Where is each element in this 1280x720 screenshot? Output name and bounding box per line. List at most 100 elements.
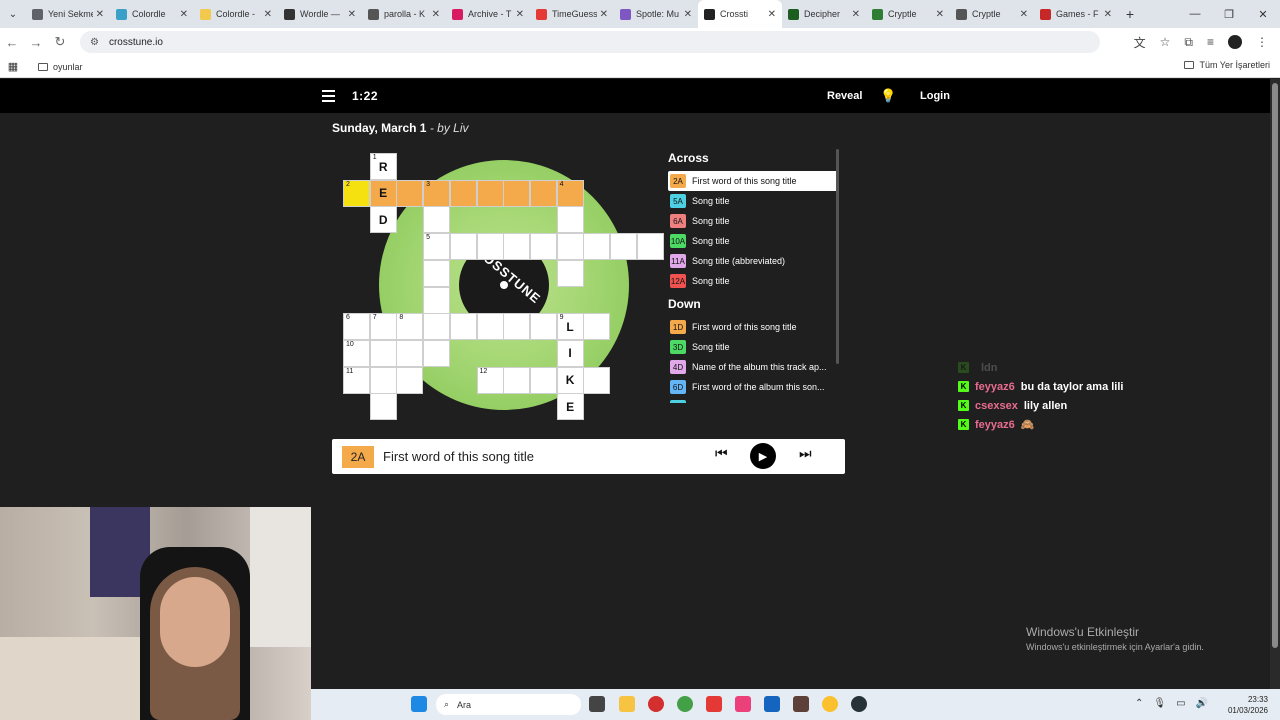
grid-cell[interactable] [583, 313, 611, 341]
taskbar-search[interactable]: ⌕ Ara [436, 694, 581, 715]
clue-item[interactable]: 5A Song title [668, 191, 838, 211]
back-icon[interactable]: ← [0, 35, 24, 50]
grid-cell[interactable]: D [369, 206, 397, 234]
tab-close-icon[interactable]: ✕ [180, 9, 188, 20]
browser-tab[interactable]: Wordle — ✕ [278, 0, 362, 28]
clue-item[interactable]: 2A First word of this song title [668, 171, 838, 191]
grid-cell[interactable] [529, 179, 557, 207]
chrome-active-icon[interactable] [822, 696, 838, 712]
grid-cell[interactable]: E [556, 393, 584, 421]
app-red-icon[interactable] [648, 696, 664, 712]
grid-cell[interactable] [423, 206, 451, 234]
grid-cell[interactable] [556, 233, 584, 261]
tab-close-icon[interactable]: ✕ [432, 9, 440, 20]
grid-cell[interactable] [636, 233, 664, 261]
browser-tab[interactable]: Spotle: Mu ✕ [614, 0, 698, 28]
grid-cell[interactable]: 2 [343, 179, 370, 207]
clue-item[interactable]: 12A Song title [668, 271, 838, 291]
clue-item[interactable]: 3D Song title [668, 337, 838, 357]
grid-cell[interactable] [396, 366, 424, 394]
reveal-button[interactable]: Reveal [827, 90, 862, 102]
grid-cell[interactable]: 3 [423, 179, 451, 207]
grid-cell[interactable] [529, 313, 557, 341]
profile-avatar[interactable] [1228, 35, 1242, 49]
grid-cell[interactable] [396, 339, 424, 367]
grid-cell[interactable]: 7 [369, 313, 397, 341]
music-app-icon[interactable] [735, 696, 751, 712]
volume-icon[interactable]: 🔊 [1196, 698, 1208, 709]
grid-cell[interactable] [423, 339, 451, 367]
grid-cell[interactable] [423, 313, 451, 341]
tab-close-icon[interactable]: ✕ [936, 9, 944, 20]
taskbar-clock[interactable]: 23:33 01/03/2026 [1228, 694, 1268, 716]
browser-tab[interactable]: Archive - T ✕ [446, 0, 530, 28]
grid-cell[interactable]: 11 [343, 366, 370, 394]
tab-close-icon[interactable]: ✕ [768, 9, 776, 20]
task-view-icon[interactable] [589, 696, 605, 712]
clue-item[interactable]: 4D Name of the album this track ap... [668, 357, 838, 377]
site-info-icon[interactable]: ⚙ [90, 37, 99, 48]
url-field[interactable]: ⚙ crosstune.io [80, 31, 1100, 53]
browser-menu-icon[interactable]: ⋮ [1256, 35, 1268, 49]
steam-icon[interactable] [764, 696, 780, 712]
play-button[interactable]: ▶ [750, 443, 776, 469]
tab-close-icon[interactable]: ✕ [684, 9, 692, 20]
grid-cell[interactable] [503, 233, 531, 261]
grid-cell[interactable]: E [369, 179, 397, 207]
browser-tab[interactable]: Yeni Sekme ✕ [26, 0, 110, 28]
tab-close-icon[interactable]: ✕ [1104, 9, 1112, 20]
start-icon[interactable] [411, 696, 427, 712]
grid-cell[interactable] [423, 286, 451, 314]
grid-cell[interactable] [556, 259, 584, 287]
grid-cell[interactable] [556, 206, 584, 234]
grid-cell[interactable] [449, 313, 477, 341]
all-bookmarks-button[interactable]: Tüm Yer İşaretleri [1184, 60, 1270, 70]
skip-back-icon[interactable]: ⏮ [715, 445, 728, 462]
microphone-icon[interactable]: 🎙 [1153, 698, 1166, 709]
forward-icon[interactable]: → [24, 35, 48, 50]
minimize-icon[interactable]: — [1178, 0, 1212, 28]
obs-icon[interactable] [851, 696, 867, 712]
page-scrollbar[interactable] [1270, 79, 1280, 689]
clue-item[interactable]: 11A Song title (abbreviated) [668, 251, 838, 271]
grid-cell[interactable] [503, 313, 531, 341]
grid-cell[interactable]: 6 [343, 313, 370, 341]
tab-close-icon[interactable]: ✕ [852, 9, 860, 20]
clue-item[interactable]: 10A Song title [668, 231, 838, 251]
grid-cell[interactable]: 10 [343, 339, 370, 367]
browser-tab[interactable]: Cryptle ✕ [950, 0, 1034, 28]
media-icon[interactable]: ≡ [1207, 35, 1214, 49]
grid-cell[interactable] [449, 179, 477, 207]
clue-list-scrollbar[interactable] [836, 149, 839, 364]
translate-icon[interactable]: 文 [1134, 34, 1146, 51]
lightbulb-hint-icon[interactable]: 💡 [880, 88, 896, 104]
grid-cell[interactable] [610, 233, 637, 261]
grid-cell[interactable] [476, 313, 504, 341]
bookmark-star-icon[interactable]: ☆ [1160, 35, 1171, 49]
grid-cell[interactable] [369, 339, 397, 367]
tab-close-icon[interactable]: ✕ [96, 9, 104, 20]
browser-tab[interactable]: Colordle - ✕ [194, 0, 278, 28]
apps-grid-icon[interactable]: ▦ [0, 60, 26, 73]
close-window-icon[interactable]: ✕ [1246, 0, 1280, 28]
grid-cell[interactable]: I [556, 339, 584, 367]
grid-cell[interactable]: 12 [476, 366, 504, 394]
hamburger-menu-icon[interactable] [322, 90, 335, 105]
browser-tab[interactable]: Games - F ✕ [1034, 0, 1118, 28]
reload-icon[interactable]: ↻ [48, 34, 72, 50]
chrome-icon[interactable] [677, 696, 693, 712]
browser-tab[interactable]: Cryptle ✕ [866, 0, 950, 28]
clue-item[interactable]: 1D First word of this song title [668, 317, 838, 337]
restore-icon[interactable]: ❐ [1212, 0, 1246, 28]
skip-forward-icon[interactable]: ⏭ [799, 445, 812, 462]
tab-close-icon[interactable]: ✕ [348, 9, 356, 20]
tab-close-icon[interactable]: ✕ [1020, 9, 1028, 20]
scrollbar-thumb[interactable] [1272, 83, 1278, 648]
clue-item[interactable]: 6D First word of the album this son... [668, 377, 838, 397]
grid-cell[interactable] [396, 179, 424, 207]
login-button[interactable]: Login [920, 90, 950, 102]
bookmark-folder-oyunlar[interactable]: oyunlar [38, 62, 83, 72]
grid-cell[interactable]: K [556, 366, 584, 394]
network-icon[interactable]: ▭ [1176, 698, 1185, 709]
bolt-app-icon[interactable] [706, 696, 722, 712]
